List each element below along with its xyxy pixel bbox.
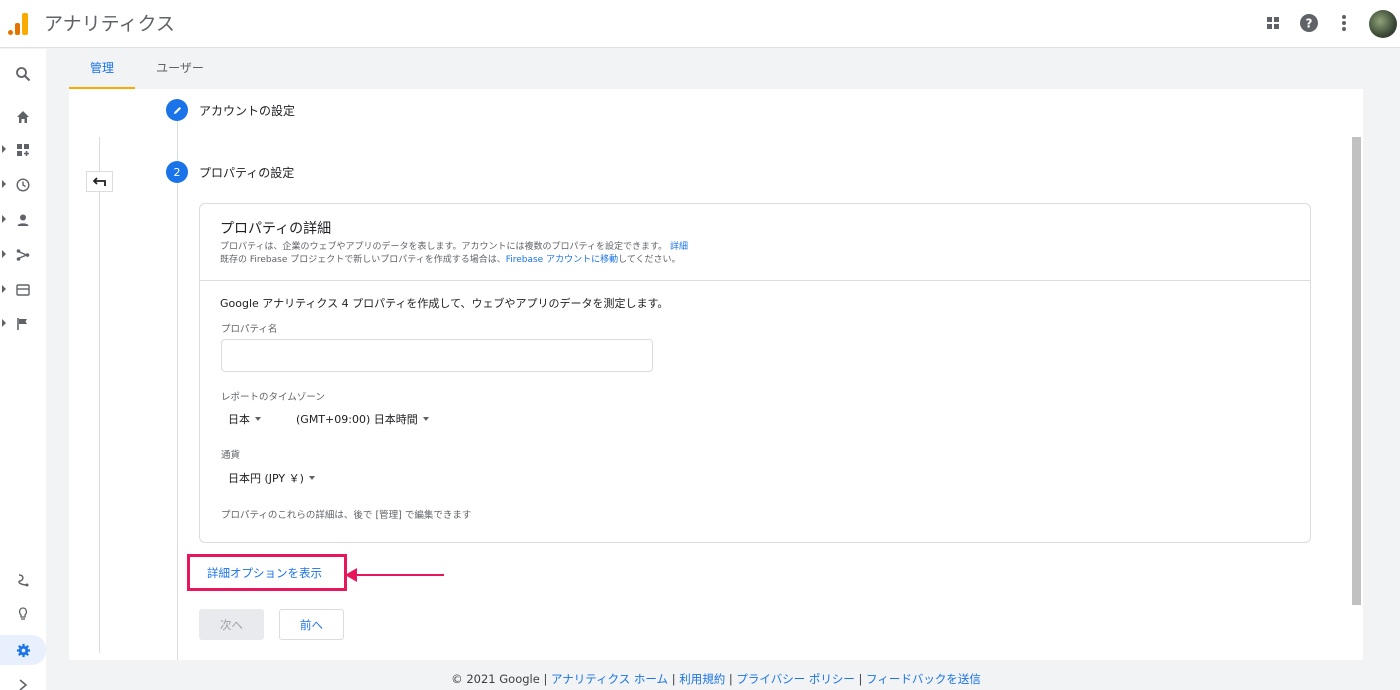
step-number-badge: 2: [166, 161, 188, 183]
scrollbar[interactable]: [1352, 137, 1361, 605]
search-icon[interactable]: [0, 60, 46, 88]
admin-tabs: 管理 ユーザー: [69, 49, 1363, 89]
footer: © 2021 Google | アナリティクス ホーム | 利用規約 | プライ…: [451, 672, 981, 686]
timezone-select[interactable]: (GMT+09:00) 日本時間: [296, 411, 429, 427]
privacy-policy-link[interactable]: プライバシー ポリシー: [736, 672, 854, 686]
analytics-logo-icon[interactable]: [8, 11, 30, 35]
discover-lightbulb-icon[interactable]: [0, 600, 46, 628]
terms-link[interactable]: 利用規約: [679, 672, 725, 686]
create-property-panel: アカウントの設定 2 プロパティの設定 プロパティの詳細 プロパティは、企業のウ…: [69, 89, 1363, 660]
tab-admin[interactable]: 管理: [69, 49, 135, 89]
property-name-label: プロパティ名: [221, 324, 278, 335]
tab-user[interactable]: ユーザー: [147, 49, 213, 89]
country-select[interactable]: 日本: [228, 411, 261, 427]
edit-later-note: プロパティのこれらの詳細は、後で [管理] で編集できます: [221, 510, 472, 521]
help-icon[interactable]: ?: [1298, 12, 1320, 34]
timezone-value: (GMT+09:00) 日本時間: [296, 413, 418, 426]
annotation-arrow: [350, 574, 444, 576]
pencil-icon: [166, 99, 188, 121]
chevron-down-icon: [308, 476, 315, 480]
highlight-box: 詳細オプションを表示: [187, 554, 347, 591]
currency-select[interactable]: 日本円 (JPY ￥): [228, 470, 315, 486]
previous-button[interactable]: 前へ: [279, 609, 344, 640]
card-body: Google アナリティクス 4 プロパティを作成して、ウェブやアプリのデータを…: [200, 281, 1310, 521]
currency-value: 日本円 (JPY ￥): [228, 472, 304, 485]
apps-grid-icon[interactable]: [1262, 12, 1284, 34]
send-feedback-link[interactable]: フィードバックを送信: [866, 672, 981, 686]
ga4-lead-text: Google アナリティクス 4 プロパティを作成して、ウェブやアプリのデータを…: [220, 297, 669, 310]
conversions-icon[interactable]: [0, 310, 46, 338]
top-app-bar: アナリティクス ?: [0, 0, 1400, 48]
desc-line1: プロパティは、企業のウェブやアプリのデータを表します。アカウントには複数のプロパ…: [220, 242, 668, 252]
left-navigation: [0, 49, 46, 690]
back-arrow-button[interactable]: [86, 171, 113, 192]
audience-icon[interactable]: [0, 206, 46, 234]
home-icon[interactable]: [0, 103, 46, 131]
account-avatar[interactable]: [1369, 10, 1397, 38]
next-button[interactable]: 次へ: [199, 609, 264, 640]
show-advanced-options-link[interactable]: 詳細オプションを表示: [207, 565, 322, 581]
admin-gear-icon[interactable]: [0, 635, 46, 665]
svg-text:?: ?: [1306, 17, 1313, 31]
country-value: 日本: [228, 413, 250, 426]
currency-label: 通貨: [221, 450, 241, 461]
copyright: © 2021 Google: [451, 672, 540, 686]
property-name-input[interactable]: [221, 339, 653, 372]
firebase-link[interactable]: Firebase アカウントに移動: [506, 255, 618, 265]
desc-line2-pre: 既存の Firebase プロジェクトで新しいプロパティを作成する場合は、: [220, 255, 506, 265]
customization-icon[interactable]: [0, 136, 46, 164]
panel-divider: [99, 137, 100, 653]
app-title: アナリティクス: [44, 13, 175, 35]
card-description: プロパティは、企業のウェブやアプリのデータを表します。アカウントには複数のプロパ…: [220, 241, 1290, 267]
more-vert-icon[interactable]: [1333, 12, 1355, 34]
realtime-icon[interactable]: [0, 171, 46, 199]
behavior-icon[interactable]: [0, 276, 46, 304]
analytics-home-link[interactable]: アナリティクス ホーム: [551, 672, 668, 686]
step-property-label: プロパティの設定: [199, 166, 295, 180]
learn-more-link[interactable]: 詳細: [670, 242, 688, 252]
desc-line2-post: してください。: [618, 255, 681, 265]
timezone-label: レポートのタイムゾーン: [221, 392, 325, 403]
attribution-icon[interactable]: [0, 566, 46, 594]
card-header: プロパティの詳細 プロパティは、企業のウェブやアプリのデータを表します。アカウン…: [200, 204, 1310, 281]
chevron-down-icon: [255, 417, 261, 421]
card-title: プロパティの詳細: [220, 221, 332, 237]
acquisition-icon[interactable]: [0, 241, 46, 269]
property-details-card: プロパティの詳細 プロパティは、企業のウェブやアプリのデータを表します。アカウン…: [199, 203, 1311, 543]
step-account-label: アカウントの設定: [199, 104, 296, 118]
chevron-down-icon: [422, 417, 429, 421]
stepper-line: [177, 120, 178, 660]
